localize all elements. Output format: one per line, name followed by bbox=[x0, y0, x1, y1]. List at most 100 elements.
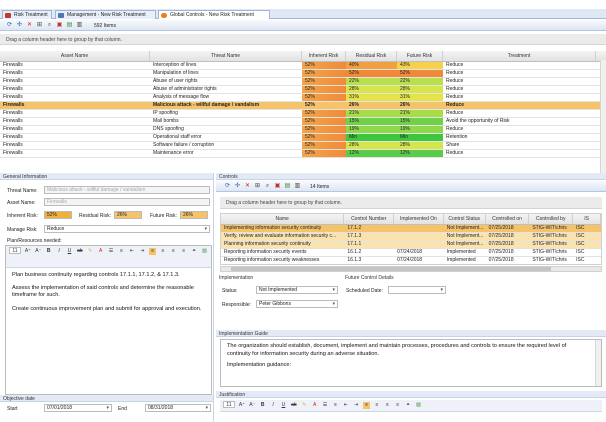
controls-search-icon[interactable]: ⌕ bbox=[264, 183, 271, 190]
ctl-col-implemented[interactable]: Implemented On bbox=[394, 214, 444, 224]
j-justify-icon[interactable]: ≡ bbox=[394, 402, 401, 409]
j-italic-icon[interactable]: I bbox=[270, 402, 277, 409]
controls-filter-icon[interactable]: ⊞ bbox=[254, 183, 261, 190]
tab-risk-treatment[interactable]: Risk Treatment bbox=[2, 10, 52, 19]
j-bold-icon[interactable]: B bbox=[259, 402, 266, 409]
table-row[interactable]: Firewalls DNS spoofing 52% 19% 19% Reduce bbox=[0, 126, 606, 134]
pdf-icon[interactable]: ▣ bbox=[56, 22, 63, 29]
j-strike-icon[interactable]: ab bbox=[290, 402, 297, 409]
justify-icon[interactable]: ≡ bbox=[180, 248, 187, 255]
align-right-icon[interactable]: ≡ bbox=[170, 248, 177, 255]
image-icon[interactable]: ▨ bbox=[201, 248, 208, 255]
bullets-icon[interactable]: ☰ bbox=[108, 248, 115, 255]
underline-icon[interactable]: U bbox=[66, 248, 73, 255]
col-threat-name[interactable]: Threat Name bbox=[150, 51, 302, 61]
table-row[interactable]: Firewalls Manipulation of lines 52% 52% 52% R… bbox=[0, 70, 606, 78]
numbering-icon[interactable]: ≡ bbox=[118, 248, 125, 255]
tab-management[interactable]: Management - New Risk Treatment bbox=[55, 10, 156, 19]
responsible-dropdown[interactable]: Peter Gibbons bbox=[256, 300, 338, 308]
controls-delete-icon[interactable]: ✕ bbox=[244, 183, 251, 190]
j-image-icon[interactable]: ▨ bbox=[415, 402, 422, 409]
col-inherent-risk[interactable]: Inherent Risk bbox=[302, 51, 346, 61]
j-indent-icon[interactable]: ⇥ bbox=[353, 402, 360, 409]
table-row[interactable]: Firewalls Analysis of message flow 52% 31% 3… bbox=[0, 94, 606, 102]
j-font-size-select[interactable]: 11 bbox=[223, 401, 235, 408]
table-row[interactable]: Firewalls Software failure / corruption 52… bbox=[0, 142, 606, 150]
controls-row[interactable]: Verify, review and evaluate information … bbox=[221, 233, 601, 241]
guide-text[interactable]: The organization should establish, docum… bbox=[221, 340, 589, 373]
risk-table-scrollbar[interactable] bbox=[600, 60, 606, 173]
controls-row[interactable]: Reporting information security events 16.… bbox=[221, 249, 601, 257]
col-treatment[interactable]: Treatment bbox=[443, 51, 596, 61]
controls-hscroll-thumb[interactable] bbox=[231, 267, 551, 271]
refresh-icon[interactable]: ⟳ bbox=[6, 22, 13, 29]
indent-icon[interactable]: ⇥ bbox=[139, 248, 146, 255]
table-row[interactable]: Firewalls Malicious attack - willful dama… bbox=[0, 102, 606, 110]
col-asset-name[interactable]: Asset Name bbox=[0, 51, 150, 61]
shrink-font-icon[interactable]: A⁻ bbox=[35, 248, 42, 255]
controls-refresh-icon[interactable]: ⟳ bbox=[224, 183, 231, 190]
j-underline-icon[interactable]: U bbox=[280, 402, 287, 409]
ctl-col-controlled-by[interactable]: Controlled by bbox=[529, 214, 574, 224]
italic-icon[interactable]: I bbox=[56, 248, 63, 255]
j-align-left-icon[interactable]: ≡ bbox=[363, 402, 371, 409]
link-icon[interactable]: ⚭ bbox=[191, 248, 198, 255]
align-center-icon[interactable]: ≡ bbox=[159, 248, 166, 255]
j-align-right-icon[interactable]: ≡ bbox=[384, 402, 391, 409]
j-shrink-font-icon[interactable]: A⁻ bbox=[249, 402, 256, 409]
strike-icon[interactable]: ab bbox=[76, 248, 83, 255]
col-residual-risk[interactable]: Residual Risk bbox=[346, 51, 397, 61]
j-highlight-icon[interactable]: ✎ bbox=[301, 402, 308, 409]
table-row[interactable]: Firewalls IP spoofing 52% 21% 21% Reduce bbox=[0, 110, 606, 118]
ctl-col-number[interactable]: Control Number bbox=[344, 214, 395, 224]
align-left-icon[interactable]: ≡ bbox=[149, 248, 157, 255]
j-grow-font-icon[interactable]: A⁺ bbox=[238, 402, 245, 409]
columns-icon[interactable]: ▥ bbox=[76, 22, 83, 29]
scheduled-date-picker[interactable] bbox=[388, 286, 446, 294]
add-icon[interactable]: ✣ bbox=[16, 22, 23, 29]
ctl-col-controlled-on[interactable]: Controlled on bbox=[486, 214, 530, 224]
j-outdent-icon[interactable]: ⇤ bbox=[342, 402, 349, 409]
table-row[interactable]: Firewalls Abuse of user rights 52% 22% 22% Re… bbox=[0, 78, 606, 86]
j-bullets-icon[interactable]: ☰ bbox=[322, 402, 329, 409]
font-color-icon[interactable]: A bbox=[97, 248, 104, 255]
ctl-col-status[interactable]: Control Status bbox=[444, 214, 486, 224]
search-icon[interactable]: ⌕ bbox=[46, 22, 53, 29]
ctl-col-is[interactable]: IS bbox=[573, 214, 601, 224]
guide-scrollbar[interactable] bbox=[595, 340, 601, 386]
col-future-risk[interactable]: Future Risk bbox=[397, 51, 443, 61]
excel-icon[interactable]: ▤ bbox=[66, 22, 73, 29]
bold-icon[interactable]: B bbox=[45, 248, 52, 255]
controls-columns-icon[interactable]: ▥ bbox=[294, 183, 301, 190]
plan-text[interactable]: Plan business continuity regarding contr… bbox=[6, 268, 211, 317]
end-date-picker[interactable]: 08/31/2018 bbox=[145, 404, 211, 412]
controls-pdf-icon[interactable]: ▣ bbox=[274, 183, 281, 190]
delete-icon[interactable]: ✕ bbox=[26, 22, 33, 29]
outdent-icon[interactable]: ⇤ bbox=[128, 248, 135, 255]
controls-hscrollbar[interactable] bbox=[220, 266, 602, 272]
asset-name-field[interactable]: Firewalls bbox=[44, 198, 210, 206]
table-row[interactable]: Firewalls Interception of lines 52% 40% 43% R… bbox=[0, 62, 606, 70]
start-date-picker[interactable]: 07/01/2018 bbox=[44, 404, 112, 412]
controls-row[interactable]: Reporting information security weaknesse… bbox=[221, 257, 601, 264]
j-font-color-icon[interactable]: A bbox=[311, 402, 318, 409]
controls-add-icon[interactable]: ✣ bbox=[234, 183, 241, 190]
controls-excel-icon[interactable]: ▤ bbox=[284, 183, 291, 190]
grow-font-icon[interactable]: A⁺ bbox=[24, 248, 31, 255]
ctl-col-name[interactable]: Name bbox=[221, 214, 345, 224]
tab-global-controls[interactable]: Global Controls - New Risk Treatment bbox=[158, 10, 270, 19]
font-size-select[interactable]: 11 bbox=[9, 247, 21, 254]
j-link-icon[interactable]: ⚭ bbox=[405, 402, 412, 409]
table-row[interactable]: Firewalls Abuse of administrator rights 52… bbox=[0, 86, 606, 94]
table-row[interactable]: Firewalls Operational staff error 52% Min Mi… bbox=[0, 134, 606, 142]
controls-row[interactable]: Planning information security continuity… bbox=[221, 241, 601, 249]
table-row[interactable]: Firewalls Maintenance error 52% 12% 12% Reduc… bbox=[0, 150, 606, 158]
status-dropdown[interactable]: Not Implemented bbox=[256, 286, 338, 294]
manage-risk-dropdown[interactable]: Reduce bbox=[44, 225, 210, 233]
table-row[interactable]: Firewalls Mail bombs 52% 15% 15% Avoid the op… bbox=[0, 118, 606, 126]
controls-row[interactable]: Implementing information security contin… bbox=[221, 225, 601, 233]
highlight-icon[interactable]: ✎ bbox=[87, 248, 94, 255]
filter-icon[interactable]: ⊞ bbox=[36, 22, 43, 29]
j-align-center-icon[interactable]: ≡ bbox=[373, 402, 380, 409]
j-numbering-icon[interactable]: ≡ bbox=[332, 402, 339, 409]
